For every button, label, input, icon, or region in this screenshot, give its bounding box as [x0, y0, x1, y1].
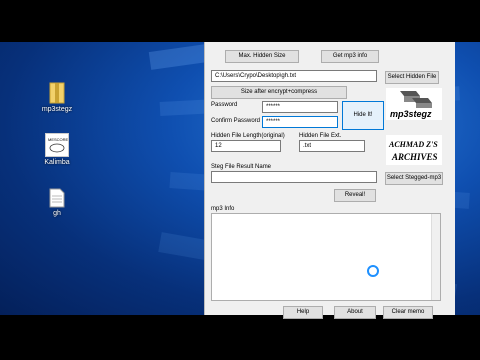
about-button[interactable]: About — [334, 306, 376, 319]
hidden-file-path-input[interactable]: C:\Users\Crypo\Desktop\gh.txt — [211, 70, 377, 82]
confirm-password-label: Confirm Password — [211, 118, 261, 124]
help-button[interactable]: Help — [283, 306, 323, 319]
screen: mp3stegz MESCORE Kalimba gh Max. Hidden … — [0, 0, 480, 360]
mp3stegz-window: Max. Hidden Size Get mp3 info C:\Users\C… — [204, 42, 455, 319]
desktop-icon-label: mp3stegz — [41, 106, 73, 113]
svg-text:ARCHIVES: ARCHIVES — [391, 152, 438, 162]
audio-file-icon: MESCORE — [45, 133, 69, 157]
desktop-icon-gh[interactable]: gh — [27, 188, 87, 217]
steg-file-result-label: Steg File Result Name — [211, 164, 272, 170]
achmad-archives-logo: ACHMAD Z'S ARCHIVES — [386, 135, 442, 165]
memo-scrollbar[interactable] — [431, 214, 440, 300]
mp3-info-label: mp3 Info — [211, 206, 235, 212]
select-stegged-mp3-button[interactable]: Select Stegged-mp3 — [385, 172, 443, 185]
desktop-icon-label: Kalimba — [44, 159, 70, 166]
hide-it-button[interactable]: Hide It! — [342, 101, 384, 130]
password-field[interactable]: ****** — [262, 101, 338, 113]
size-after-encrypt-button[interactable]: Size after encrypt+compress — [211, 86, 347, 99]
get-mp3-info-button[interactable]: Get mp3 info — [321, 50, 379, 63]
clear-memo-button[interactable]: Clear memo — [383, 306, 433, 319]
hidden-file-ext-field[interactable]: .txt — [299, 140, 365, 152]
text-file-icon — [49, 188, 65, 208]
hidden-file-length-label: Hidden File Length(original) — [211, 133, 285, 139]
confirm-password-field[interactable]: ****** — [262, 116, 338, 128]
desktop-icon-kalimba[interactable]: MESCORE Kalimba — [27, 133, 87, 166]
hidden-file-length-field[interactable]: 12 — [211, 140, 281, 152]
desktop-icon-mp3stegz[interactable]: mp3stegz — [27, 82, 87, 113]
svg-text:MESCORE: MESCORE — [48, 137, 68, 142]
hidden-file-ext-label: Hidden File Ext. — [299, 133, 342, 139]
steg-file-result-field[interactable] — [211, 171, 377, 183]
select-hidden-file-button[interactable]: Select Hidden File — [385, 71, 439, 84]
reveal-button[interactable]: Reveal! — [334, 189, 376, 202]
desktop-icon-label: gh — [53, 210, 61, 217]
mp3stegz-logo: mp3stegz — [386, 88, 442, 120]
password-label: Password — [211, 102, 238, 108]
loading-spinner-icon — [367, 265, 379, 277]
max-hidden-size-button[interactable]: Max. Hidden Size — [225, 50, 299, 63]
folder-archive-icon — [48, 82, 66, 104]
svg-text:mp3stegz: mp3stegz — [390, 109, 432, 119]
mp3-info-memo[interactable] — [211, 213, 441, 301]
svg-text:ACHMAD Z'S: ACHMAD Z'S — [388, 140, 438, 149]
